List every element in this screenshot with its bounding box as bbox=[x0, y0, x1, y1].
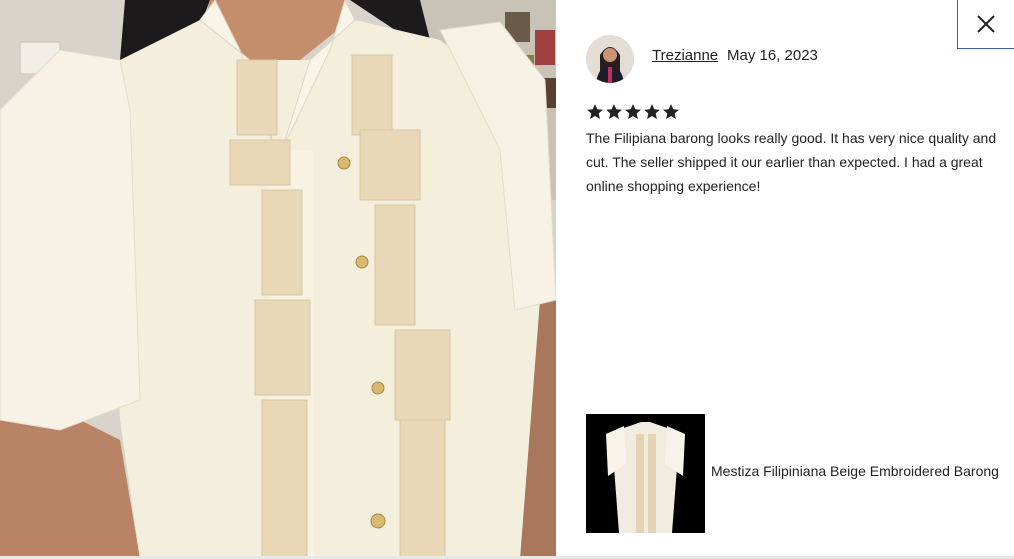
star-rating bbox=[586, 103, 680, 121]
reviewer-avatar bbox=[586, 35, 634, 83]
review-panel: Trezianne May 16, 2023 The Filipiana bar… bbox=[556, 0, 1014, 559]
star-icon bbox=[606, 104, 622, 119]
barong-photo-illustration bbox=[0, 0, 556, 559]
close-icon bbox=[977, 15, 995, 33]
star-icon bbox=[625, 104, 641, 119]
star-icon bbox=[663, 104, 679, 119]
review-photo bbox=[0, 0, 556, 559]
star-icon bbox=[644, 104, 660, 119]
item-title-link[interactable]: Mestiza Filipiniana Beige Embroidered Ba… bbox=[711, 463, 1006, 479]
star-icon bbox=[587, 104, 603, 119]
review-text: The Filipiana barong looks really good. … bbox=[586, 130, 997, 194]
reviewer-name-link[interactable]: Trezianne bbox=[652, 47, 718, 64]
review-date: May 16, 2023 bbox=[727, 47, 818, 64]
close-button[interactable] bbox=[957, 0, 1014, 49]
item-thumbnail[interactable] bbox=[586, 414, 705, 533]
